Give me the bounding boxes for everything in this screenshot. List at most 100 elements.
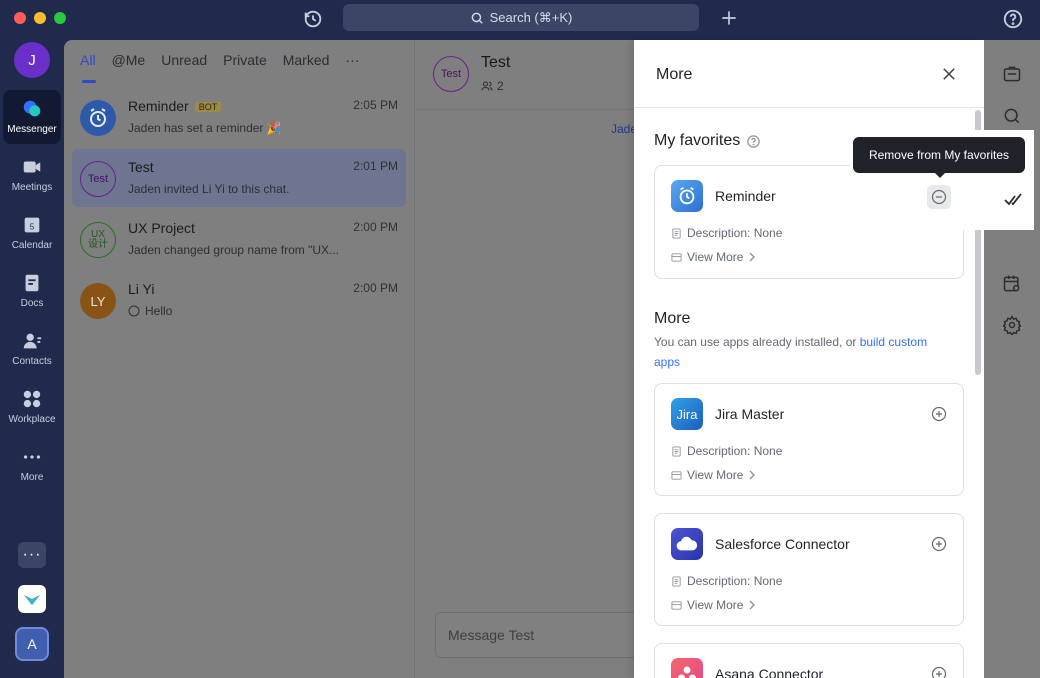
- app-name: Asana Connector: [715, 666, 824, 678]
- chat-item-test[interactable]: Test Test 2:01 PM Jaden invited Li Yi to…: [72, 149, 406, 207]
- view-more-text: View More: [687, 468, 744, 482]
- member-count[interactable]: 2: [481, 79, 504, 93]
- chat-preview: Jaden invited Li Yi to this chat.: [128, 182, 290, 196]
- rail-item-label: Meetings: [11, 182, 53, 193]
- tab-all[interactable]: All: [80, 52, 96, 68]
- rail-item-meetings[interactable]: Meetings: [3, 148, 61, 202]
- close-icon[interactable]: [940, 65, 958, 83]
- left-nav-rail: J Messenger Meetings 5 Calendar Docs Con…: [0, 40, 64, 678]
- chevron-right-icon: [749, 600, 756, 610]
- view-icon: [671, 470, 682, 480]
- chat-title[interactable]: Test: [481, 54, 510, 72]
- minimize-window-button[interactable]: [34, 12, 46, 24]
- document-icon: [672, 575, 681, 587]
- view-more-link[interactable]: View More: [671, 598, 756, 612]
- more-section-subtitle: You can use apps already installed, or b…: [654, 332, 954, 372]
- search-bar[interactable]: Search (⌘+K): [343, 4, 699, 31]
- rail-item-more[interactable]: More: [3, 438, 61, 492]
- chat-time: 2:05 PM: [353, 98, 398, 112]
- remove-from-favorites-button[interactable]: [927, 185, 951, 209]
- maximize-window-button[interactable]: [54, 12, 66, 24]
- document-icon: [672, 227, 681, 239]
- member-count-value: 2: [497, 79, 504, 93]
- history-icon[interactable]: [302, 8, 324, 30]
- settings-gear-icon[interactable]: [1002, 315, 1022, 335]
- more-dots-icon: [23, 455, 41, 459]
- calendar-settings-icon[interactable]: [1002, 274, 1022, 294]
- help-circle-icon[interactable]: [746, 134, 761, 149]
- app-description-text: Description: None: [687, 574, 783, 588]
- chat-main-panel: Test Test 2 Jade Message Test: [414, 40, 655, 678]
- app-description-text: Description: None: [687, 226, 783, 240]
- messenger-icon: [23, 100, 41, 117]
- help-icon[interactable]: [1002, 8, 1024, 30]
- close-window-button[interactable]: [14, 12, 26, 24]
- new-plus-icon[interactable]: [719, 8, 739, 28]
- checkmark-icon[interactable]: [1001, 187, 1025, 211]
- add-to-favorites-icon[interactable]: [931, 406, 947, 422]
- view-more-text: View More: [687, 250, 744, 264]
- workplace-icon: [23, 390, 41, 408]
- message-input[interactable]: Message Test: [435, 612, 655, 658]
- asana-logo-icon: [671, 658, 703, 678]
- user-avatar[interactable]: J: [14, 42, 50, 78]
- more-section-title: More: [654, 310, 691, 327]
- announcement-icon[interactable]: [1002, 64, 1022, 84]
- app-name: Reminder: [715, 188, 776, 204]
- pinned-app-button[interactable]: [18, 585, 46, 613]
- chat-name: Li Yi: [128, 281, 155, 297]
- chat-avatar: Test: [80, 161, 116, 197]
- chat-item-li-yi[interactable]: LY Li Yi 2:00 PM Hello: [72, 271, 406, 329]
- tab-more-options[interactable]: ···: [345, 52, 359, 68]
- chat-avatar: LY: [80, 283, 116, 319]
- chat-filter-tabs: All @Me Unread Private Marked ···: [80, 52, 359, 68]
- app-name: Jira Master: [715, 406, 785, 422]
- chat-preview-text: Hello: [145, 304, 173, 318]
- chat-name: UX Project: [128, 220, 195, 236]
- chevron-right-icon: [749, 470, 756, 480]
- search-chat-icon[interactable]: [1002, 106, 1022, 126]
- rail-item-docs[interactable]: Docs: [3, 264, 61, 318]
- workspace-switcher-button[interactable]: A: [15, 627, 49, 661]
- chat-header: Test Test 2: [415, 40, 635, 110]
- tooltip: Remove from My favorites: [853, 137, 1025, 173]
- chat-item-ux-project[interactable]: UX 设计 UX Project 2:00 PM Jaden changed g…: [72, 210, 406, 268]
- app-card-salesforce[interactable]: Salesforce Connector Description: None V…: [654, 513, 964, 626]
- favorites-title-text: My favorites: [654, 132, 741, 149]
- add-to-favorites-icon[interactable]: [931, 536, 947, 552]
- favorites-section-title: My favorites: [654, 132, 761, 150]
- tab-marked[interactable]: Marked: [283, 52, 330, 68]
- chat-header-avatar[interactable]: Test: [433, 56, 469, 92]
- rail-item-label: Messenger: [7, 124, 57, 135]
- chat-item-reminder[interactable]: Reminder BOT 2:05 PM Jaden has set a remi…: [72, 88, 406, 146]
- tab-unread[interactable]: Unread: [161, 52, 207, 68]
- view-more-link[interactable]: View More: [671, 250, 756, 264]
- calendar-icon: 5: [24, 217, 40, 233]
- app-card-asana[interactable]: Asana Connector: [654, 643, 964, 678]
- view-more-link[interactable]: View More: [671, 468, 756, 482]
- tab-at-me[interactable]: @Me: [112, 52, 146, 68]
- rail-item-messenger[interactable]: Messenger: [3, 90, 61, 144]
- add-to-favorites-icon[interactable]: [931, 666, 947, 678]
- more-apps-button[interactable]: ···: [18, 542, 46, 568]
- search-icon: [471, 12, 483, 24]
- rail-item-calendar[interactable]: 5 Calendar: [3, 206, 61, 260]
- chat-preview: Hello: [128, 304, 172, 318]
- app-card-jira[interactable]: Jira Jira Master Description: None View …: [654, 383, 964, 496]
- search-label: Search (⌘+K): [489, 9, 573, 25]
- jira-logo-icon: Jira: [671, 398, 703, 430]
- tab-private[interactable]: Private: [223, 52, 267, 68]
- rail-item-workplace[interactable]: Workplace: [3, 380, 61, 434]
- svg-text:5: 5: [30, 223, 35, 232]
- app-logo-icon: [24, 595, 40, 605]
- rail-item-contacts[interactable]: Contacts: [3, 322, 61, 376]
- chat-time: 2:00 PM: [353, 220, 398, 234]
- bot-badge: BOT: [194, 102, 222, 113]
- app-description: Description: None: [671, 226, 782, 240]
- rail-item-label: Contacts: [12, 356, 52, 367]
- app-description: Description: None: [671, 574, 782, 588]
- more-panel-title: More: [656, 66, 693, 83]
- chat-name: Reminder BOT: [128, 98, 222, 114]
- tooltip-arrow: [934, 172, 946, 178]
- members-icon: [481, 81, 493, 91]
